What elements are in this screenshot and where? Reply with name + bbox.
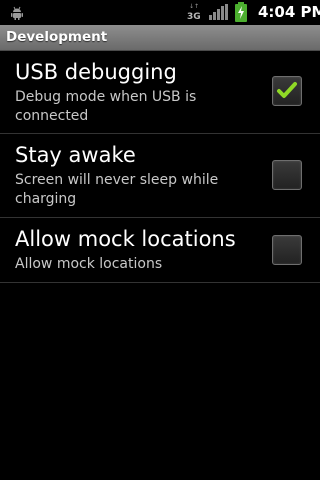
- android-debug-icon: [10, 5, 24, 24]
- 3g-data-icon: ↓↑ 3G: [185, 3, 201, 23]
- page-title: Development: [6, 29, 108, 45]
- data-activity-arrows: ↓↑: [189, 3, 200, 10]
- pref-summary: Screen will never sleep while charging: [15, 172, 219, 207]
- pref-title: Allow mock locations: [15, 227, 236, 251]
- pref-stay-awake[interactable]: Stay awake Screen will never sleep while…: [0, 134, 320, 218]
- status-time: 4:04 PM: [258, 3, 320, 21]
- pref-summary: Debug mode when USB is connected: [15, 89, 197, 124]
- pref-usb-debugging[interactable]: USB debugging Debug mode when USB is con…: [0, 51, 320, 134]
- battery-charging-icon: [234, 2, 248, 26]
- title-bar: Development: [0, 25, 320, 51]
- usb-debugging-checkbox[interactable]: [272, 76, 302, 106]
- checkmark-icon: [277, 82, 297, 98]
- allow-mock-locations-checkbox[interactable]: [272, 235, 302, 265]
- pref-summary: Allow mock locations: [15, 256, 163, 272]
- status-bar: ↓↑ 3G 4:04 PM: [0, 0, 320, 25]
- stay-awake-checkbox[interactable]: [272, 160, 302, 190]
- signal-icon: [208, 4, 228, 24]
- network-type-label: 3G: [187, 12, 201, 22]
- pref-title: Stay awake: [15, 143, 136, 167]
- preference-list: USB debugging Debug mode when USB is con…: [0, 51, 320, 283]
- pref-allow-mock-locations[interactable]: Allow mock locations Allow mock location…: [0, 218, 320, 283]
- pref-title: USB debugging: [15, 60, 177, 84]
